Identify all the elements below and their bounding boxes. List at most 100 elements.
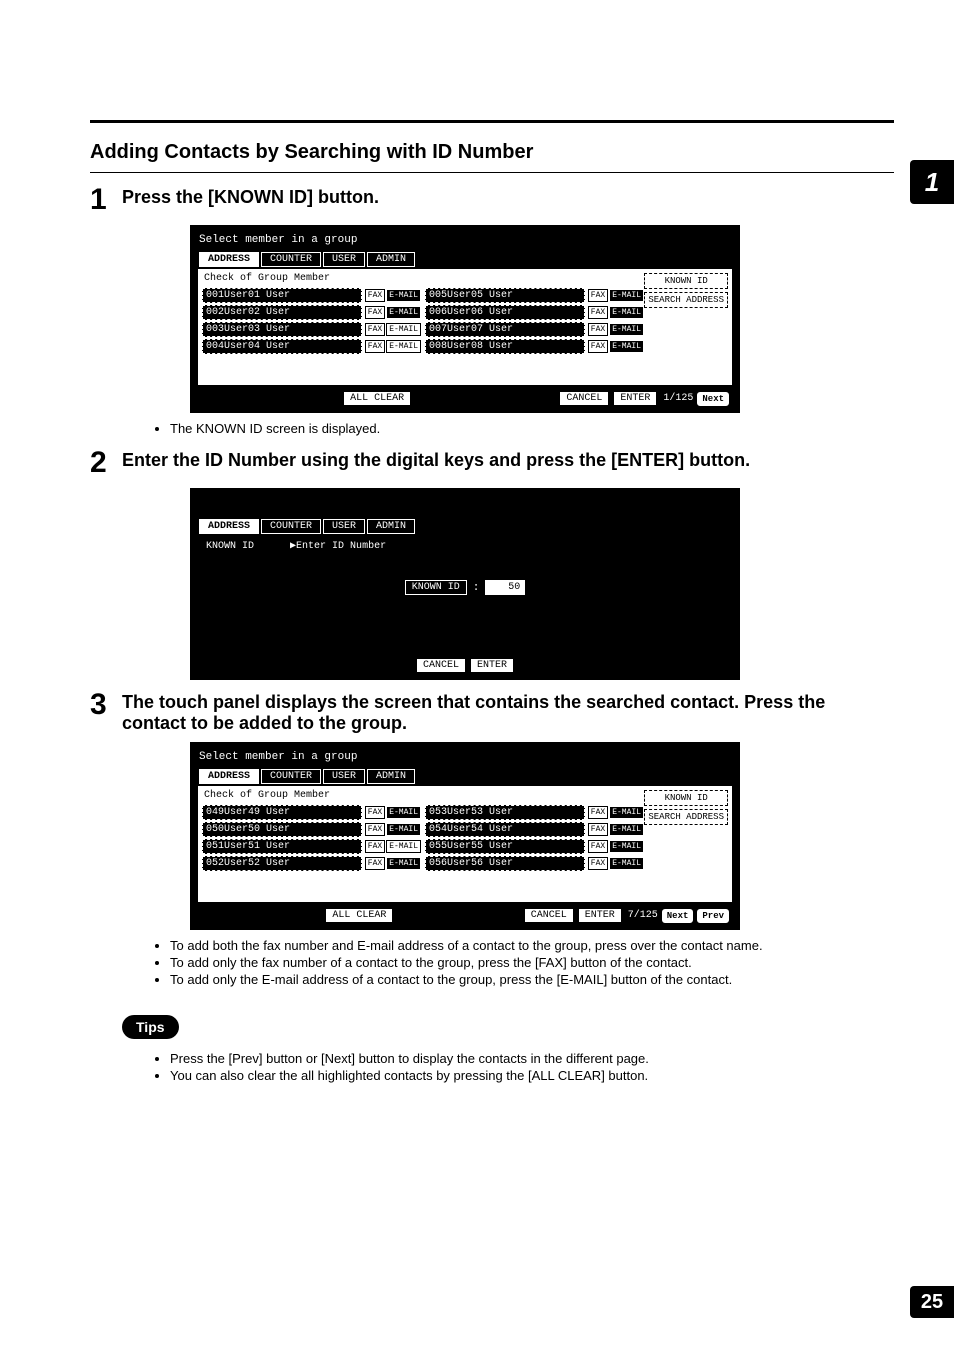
list-item[interactable]: 053User53 User [425,805,585,820]
page-indicator: 1/125 [663,393,693,404]
email-button[interactable]: E-MAIL [609,289,644,302]
list-item[interactable]: 056User56 User [425,856,585,871]
fax-button[interactable]: FAX [365,823,385,836]
contact-id: 001 [206,290,224,301]
tab-counter[interactable]: COUNTER [261,519,321,534]
next-button[interactable]: Next [697,392,729,406]
prev-button[interactable]: Prev [697,909,729,923]
fax-button[interactable]: FAX [588,840,608,853]
tab-counter[interactable]: COUNTER [261,769,321,784]
email-button[interactable]: E-MAIL [386,306,421,319]
tab-address[interactable]: ADDRESS [199,519,259,534]
step-3-number: 3 [90,688,122,734]
email-button[interactable]: E-MAIL [609,823,644,836]
list-item[interactable]: 004User04 User [202,339,362,354]
fax-button[interactable]: FAX [588,340,608,353]
cancel-button[interactable]: CANCEL [416,658,466,673]
list-item[interactable]: 054User54 User [425,822,585,837]
contact-id: 051 [206,841,224,852]
note-text: To add both the fax number and E-mail ad… [170,938,894,953]
fax-button[interactable]: FAX [588,306,608,319]
search-address-button[interactable]: SEARCH ADDRESS [644,292,728,308]
list-item[interactable]: 005User05 User [425,288,585,303]
tab-user[interactable]: USER [323,519,365,534]
list-item[interactable]: 001User01 User [202,288,362,303]
fax-button[interactable]: FAX [365,340,385,353]
fax-button[interactable]: FAX [365,806,385,819]
tab-admin[interactable]: ADMIN [367,769,415,784]
tab-admin[interactable]: ADMIN [367,252,415,267]
cancel-button[interactable]: CANCEL [524,908,574,923]
email-button[interactable]: E-MAIL [386,806,421,819]
email-button[interactable]: E-MAIL [609,806,644,819]
email-button[interactable]: E-MAIL [609,340,644,353]
screen-1: Select member in a group ADDRESS COUNTER… [190,225,740,413]
contact-name: User56 User [447,858,513,869]
contact-name: User08 User [447,341,513,352]
fax-button[interactable]: FAX [365,306,385,319]
list-item[interactable]: 052User52 User [202,856,362,871]
tab-user[interactable]: USER [323,769,365,784]
email-button[interactable]: E-MAIL [609,306,644,319]
email-button[interactable]: E-MAIL [609,840,644,853]
tab-counter[interactable]: COUNTER [261,252,321,267]
known-id-button[interactable]: KNOWN ID [644,273,728,289]
enter-button[interactable]: ENTER [578,908,622,923]
step-1-number: 1 [90,183,122,217]
enter-button[interactable]: ENTER [470,658,514,673]
fax-button[interactable]: FAX [588,323,608,336]
all-clear-button[interactable]: ALL CLEAR [325,908,393,923]
tab-address[interactable]: ADDRESS [199,252,259,267]
screen-3-title: Select member in a group [195,749,735,769]
contact-name: User03 User [224,324,290,335]
contact-id: 056 [429,858,447,869]
cancel-button[interactable]: CANCEL [559,391,609,406]
fax-button[interactable]: FAX [365,857,385,870]
fax-button[interactable]: FAX [588,857,608,870]
step-1: 1 Press the [KNOWN ID] button. [90,183,894,217]
contact-id: 008 [429,341,447,352]
email-button[interactable]: E-MAIL [386,857,421,870]
list-item[interactable]: 049User49 User [202,805,362,820]
tab-admin[interactable]: ADMIN [367,519,415,534]
fax-button[interactable]: FAX [588,806,608,819]
tab-address[interactable]: ADDRESS [199,769,259,784]
contact-id: 007 [429,324,447,335]
contact-name: User50 User [224,824,290,835]
list-item[interactable]: 006User06 User [425,305,585,320]
known-id-input[interactable]: 50 [485,580,525,595]
email-button[interactable]: E-MAIL [386,289,421,302]
tab-user[interactable]: USER [323,252,365,267]
list-item[interactable]: 055User55 User [425,839,585,854]
enter-button[interactable]: ENTER [613,391,657,406]
email-button[interactable]: E-MAIL [386,823,421,836]
fax-button[interactable]: FAX [365,323,385,336]
fax-button[interactable]: FAX [588,289,608,302]
email-button[interactable]: E-MAIL [386,340,421,353]
known-id-label: KNOWN ID [206,541,254,552]
all-clear-button[interactable]: ALL CLEAR [343,391,411,406]
email-button[interactable]: E-MAIL [609,323,644,336]
email-button[interactable]: E-MAIL [386,840,421,853]
list-item[interactable]: 008User08 User [425,339,585,354]
colon: : [473,582,480,594]
note-block-3: To add both the fax number and E-mail ad… [130,938,894,987]
known-id-button[interactable]: KNOWN ID [644,790,728,806]
list-item[interactable]: 007User07 User [425,322,585,337]
list-item[interactable]: 050User50 User [202,822,362,837]
chapter-tab: 1 [910,160,954,204]
email-button[interactable]: E-MAIL [609,857,644,870]
search-address-button[interactable]: SEARCH ADDRESS [644,809,728,825]
list-item[interactable]: 002User02 User [202,305,362,320]
next-button[interactable]: Next [662,909,694,923]
fax-button[interactable]: FAX [365,289,385,302]
email-button[interactable]: E-MAIL [386,323,421,336]
tips-block: Press the [Prev] button or [Next] button… [130,1051,894,1083]
list-item[interactable]: 051User51 User [202,839,362,854]
list-item[interactable]: 003User03 User [202,322,362,337]
fax-button[interactable]: FAX [588,823,608,836]
contact-name: User04 User [224,341,290,352]
fax-button[interactable]: FAX [365,840,385,853]
step-2-text: Enter the ID Number using the digital ke… [122,446,894,480]
screen-3: Select member in a group ADDRESS COUNTER… [190,742,740,930]
